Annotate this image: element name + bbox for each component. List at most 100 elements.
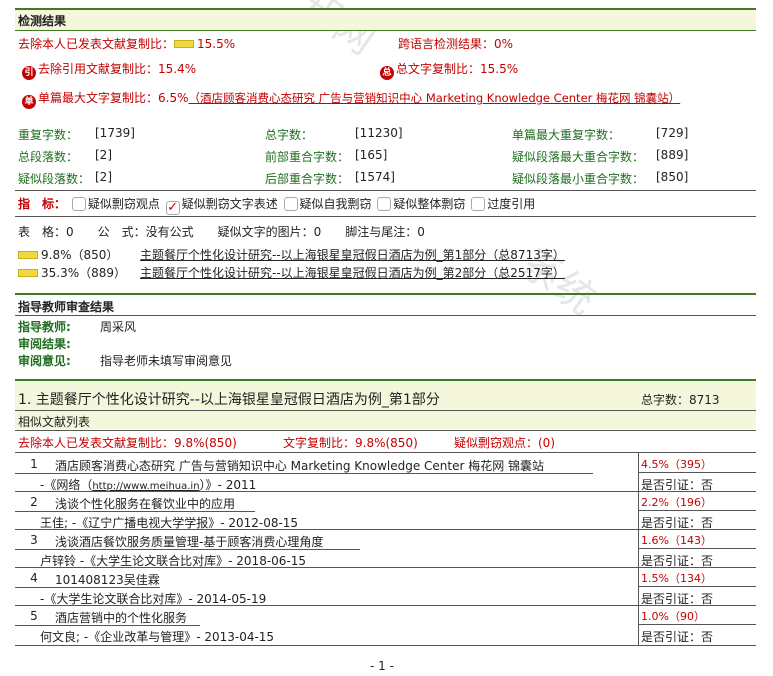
part1-total-words: 总字数：8713 — [641, 393, 720, 407]
stat-label: 前部重合字数： — [265, 150, 350, 164]
stat-label: 后部重合字数： — [265, 172, 350, 186]
section-header-band — [15, 10, 756, 30]
ratio-bar — [18, 251, 38, 259]
excl-cite-label: 去除引用文献复制比： — [38, 62, 159, 76]
part-link[interactable]: 主题餐厅个性化设计研究--以上海银星皇冠假日酒店为例_第2部分（总2517字） — [140, 264, 565, 281]
excl-cite-row: 引去除引用文献复制比：15.4% — [22, 60, 196, 80]
ref-title[interactable]: 浅谈个性化服务在餐饮业中的应用 — [55, 495, 235, 512]
stat-value: [2] — [95, 148, 112, 162]
single-badge-icon: 单 — [22, 95, 36, 109]
ref-number: 5 — [30, 609, 38, 623]
indicator-label: 指 标： — [18, 197, 67, 211]
part-row: 9.8%（850） — [18, 246, 118, 263]
indicator-item: 疑似自我剽窃 — [299, 197, 372, 211]
checkmark-icon[interactable]: ✓ — [165, 201, 180, 215]
checkbox-icon[interactable] — [71, 197, 86, 211]
teacher-label: 指导教师: — [18, 320, 71, 334]
page-number: - 1 - — [370, 659, 394, 673]
counts-line: 表 格：0 公 式：没有公式 疑似文字的图片：0 脚注与尾注：0 — [18, 225, 425, 239]
divider — [638, 510, 756, 511]
stat-value: [2] — [95, 170, 112, 184]
divider — [638, 472, 756, 473]
stat-label: 疑似段落最大重合字数： — [512, 150, 645, 164]
review-opinion-label: 审阅意见: — [18, 354, 71, 368]
single-max-value: 6.5% — [158, 91, 189, 105]
cross-lang-row: 跨语言检测结果：0% — [398, 35, 513, 52]
stat-value: [729] — [656, 126, 689, 140]
stat-value: [850] — [656, 170, 689, 184]
teacher-value: 周采风 — [100, 320, 137, 334]
ref-pct: 1.0%（90） — [641, 610, 705, 623]
divider — [15, 587, 160, 588]
excl-self-label: 去除本人已发表文献复制比： — [18, 37, 175, 51]
stat-label: 重复字数： — [18, 128, 79, 142]
divider — [15, 30, 756, 31]
indicator-item: 疑似整体剽窃 — [393, 197, 466, 211]
divider — [638, 586, 756, 587]
stat-value: [1574] — [355, 170, 395, 184]
part-pct: 9.8%（850） — [41, 248, 119, 262]
divider — [15, 549, 360, 550]
divider — [15, 315, 756, 316]
ref-number: 1 — [30, 457, 38, 471]
excl-self-value: 15.5% — [197, 37, 236, 51]
stat-value: [889] — [656, 148, 689, 162]
divider — [15, 625, 200, 626]
stat-label: 总字数： — [265, 128, 314, 142]
ref-pct: 1.5%（134） — [641, 572, 712, 585]
review-opinion-value: 指导老师未填写审阅意见 — [100, 354, 233, 368]
summary-excl-self: 去除本人已发表文献复制比：9.8%(850) — [18, 436, 237, 450]
summary-plagiarism: 疑似剽窃观点：(0) — [454, 436, 555, 450]
checkbox-icon[interactable] — [377, 197, 392, 211]
divider — [15, 430, 756, 431]
similar-list-title: 相似文献列表 — [18, 415, 91, 429]
total-copy-value: 15.5% — [480, 62, 519, 76]
single-max-row: 单单篇最大文字复制比：6.5%（酒店顾客消费心态研究 广告与营销知识中心 Mar… — [22, 89, 680, 109]
ref-title[interactable]: 酒店营销中的个性化服务 — [55, 609, 187, 626]
ref-title[interactable]: 浅谈酒店餐饮服务质量管理-基于顾客消费心理角度 — [55, 533, 323, 550]
checkbox-icon[interactable] — [283, 197, 298, 211]
summary-copy: 文字复制比：9.8%(850) — [283, 436, 418, 450]
ref-number: 2 — [30, 495, 38, 509]
single-max-label: 单篇最大文字复制比： — [38, 91, 159, 105]
checkbox-icon[interactable] — [471, 197, 486, 211]
divider — [15, 216, 756, 217]
ref-number: 3 — [30, 533, 38, 547]
divider — [15, 645, 756, 646]
cross-lang-value: 0% — [494, 37, 514, 51]
indicator-row: 指 标： 疑似剽窃观点 ✓ 疑似剽窃文字表述 疑似自我剽窃 疑似整体剽窃 过度引用 — [18, 195, 535, 215]
stat-value: [165] — [355, 148, 388, 162]
ratio-bar — [18, 269, 38, 277]
total-badge-icon: 总 — [380, 66, 394, 80]
divider — [15, 293, 756, 295]
divider — [638, 548, 756, 549]
list-header-band — [15, 411, 756, 429]
divider — [15, 511, 255, 512]
cite-badge-icon: 引 — [22, 66, 36, 80]
review-result-label: 审阅结果: — [18, 337, 71, 351]
stat-label: 单篇最大重复字数： — [512, 128, 621, 142]
ref-pct: 4.5%（395） — [641, 458, 712, 471]
ratio-bar — [174, 40, 195, 48]
ref-title[interactable]: 酒店顾客消费心态研究 广告与营销知识中心 Marketing Knowledge… — [55, 457, 544, 474]
divider — [638, 624, 756, 625]
cross-lang-label: 跨语言检测结果： — [398, 37, 495, 51]
ref-number: 4 — [30, 571, 38, 585]
ref-source-text: ）》- 2011 — [199, 478, 257, 492]
indicator-item: 疑似剽窃文字表述 — [181, 197, 278, 211]
single-max-source-link[interactable]: （酒店顾客消费心态研究 广告与营销知识中心 Marketing Knowledg… — [189, 91, 681, 105]
ref-title[interactable]: 101408123吴佳霖 — [55, 571, 160, 588]
stat-label: 疑似段落最小重合字数： — [512, 172, 645, 186]
indicator-item: 过度引用 — [487, 197, 536, 211]
part-row: 35.3%（889） — [18, 264, 126, 281]
ref-pct: 1.6%（143） — [641, 534, 712, 547]
indicator-item: 疑似剽窃观点 — [87, 197, 160, 211]
stat-value: [11230] — [355, 126, 403, 140]
section-title-review: 指导教师审查结果 — [18, 300, 115, 314]
ref-source-text: -《网络（ — [40, 478, 93, 492]
part-pct: 35.3%（889） — [41, 266, 127, 280]
part-link[interactable]: 主题餐厅个性化设计研究--以上海银星皇冠假日酒店为例_第1部分（总8713字） — [140, 246, 565, 263]
excl-cite-value: 15.4% — [158, 62, 197, 76]
excl-self-row: 去除本人已发表文献复制比： 15.5% — [18, 35, 235, 52]
stat-value: [1739] — [95, 126, 135, 140]
